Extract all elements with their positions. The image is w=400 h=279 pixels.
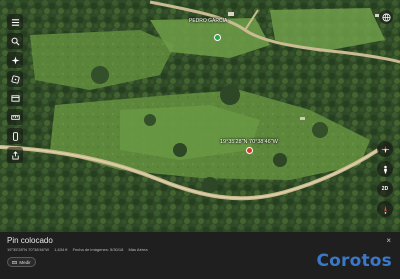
share-icon <box>11 150 19 160</box>
location-icon <box>383 205 387 214</box>
menu-icon <box>11 18 19 26</box>
voyager-icon <box>10 55 20 65</box>
placed-pin[interactable] <box>246 147 253 154</box>
compass-button[interactable] <box>377 141 393 157</box>
left-toolbar <box>7 14 23 163</box>
measure-icon <box>10 114 20 120</box>
search-icon <box>11 37 19 45</box>
projects-button[interactable] <box>7 90 23 106</box>
pin-elevation: 1,634 ft <box>54 247 68 252</box>
share-button[interactable] <box>7 147 23 163</box>
measure-button[interactable]: Medir <box>7 257 36 267</box>
satellite-map[interactable] <box>0 0 400 232</box>
imagery-source: Más Aérea <box>128 247 148 252</box>
place-label: PEDRO GARCIA <box>189 18 228 24</box>
measure-label: Medir <box>19 259 31 265</box>
phone-icon <box>12 131 18 141</box>
pin-details: 19°35'28"N 70°38'46"W 1,634 ft Fecha de … <box>7 247 152 252</box>
corotos-watermark: Corotos <box>316 251 392 271</box>
globe-button[interactable] <box>379 10 393 24</box>
imagery-date: Fecha de imágenes: 5/30/18 <box>72 247 124 252</box>
phone-view-button[interactable] <box>7 128 23 144</box>
place-marker[interactable] <box>214 34 221 41</box>
pin-coordinates-label: 19°35'28"N 70°38'46"W <box>220 139 278 145</box>
pin-coords-text: 19°35'28"N 70°38'46"W <box>7 247 50 252</box>
ruler-icon <box>12 260 18 264</box>
person-icon <box>383 165 387 174</box>
pin-info-panel: Pin colocado × 19°35'28"N 70°38'46"W 1,6… <box>0 232 400 279</box>
compass-icon <box>381 145 389 153</box>
close-button[interactable]: × <box>386 236 391 245</box>
panel-title: Pin colocado <box>7 236 53 245</box>
search-button[interactable] <box>7 33 23 49</box>
satellite-imagery <box>0 0 400 232</box>
right-controls: 2D <box>377 141 393 217</box>
voyager-button[interactable] <box>7 52 23 68</box>
menu-button[interactable] <box>7 14 23 30</box>
view-mode-label: 2D <box>381 186 389 192</box>
my-location-button[interactable] <box>377 201 393 217</box>
projects-icon <box>10 94 20 102</box>
view-mode-button[interactable]: 2D <box>377 181 393 197</box>
street-view-button[interactable] <box>377 161 393 177</box>
dice-icon <box>10 74 20 84</box>
globe-icon <box>381 12 391 22</box>
status-bar <box>0 0 400 9</box>
measure-tool-button[interactable] <box>7 109 23 125</box>
close-icon: × <box>386 236 391 245</box>
feeling-lucky-button[interactable] <box>7 71 23 87</box>
